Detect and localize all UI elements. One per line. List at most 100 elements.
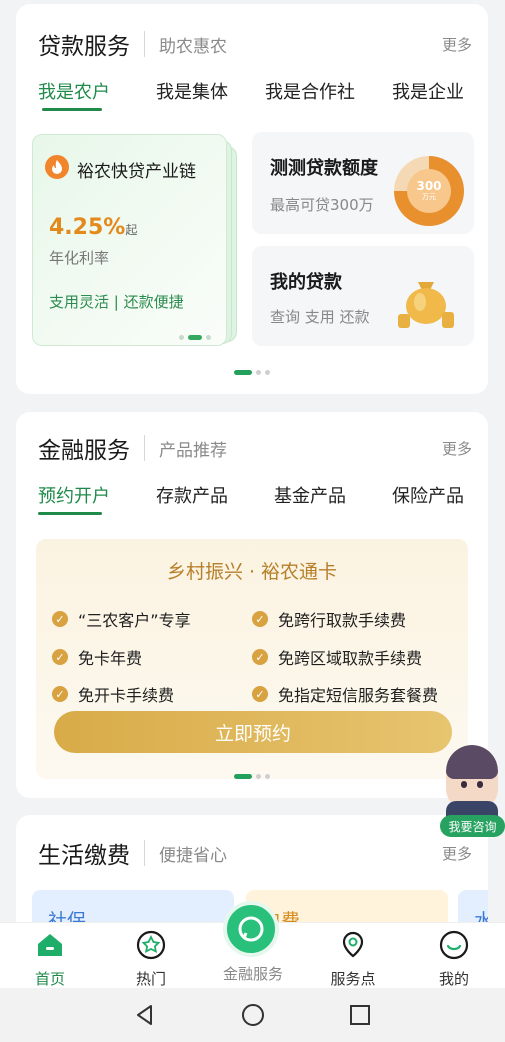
nav-home[interactable]: 首页 — [10, 929, 90, 989]
my-loan-panel[interactable]: 我的贷款 查询 支用 还款 — [252, 246, 474, 346]
pager-dot — [206, 335, 211, 340]
my-loan-desc: 查询 支用 还款 — [270, 308, 370, 326]
system-nav-bar — [0, 988, 505, 1042]
book-now-button[interactable]: 立即预约 — [54, 711, 452, 753]
feature-text: “三农客户”专享 — [78, 611, 191, 630]
nav-hot[interactable]: 热门 — [111, 929, 191, 989]
loan-header: 贷款服务 助农惠农 更多 — [38, 28, 472, 60]
dot — [256, 774, 261, 779]
nav-finance-label[interactable]: 金融服务 — [213, 963, 293, 984]
feature-text: 免跨行取款手续费 — [278, 611, 407, 630]
finance-tabs: 预约开户 存款产品 基金产品 保险产品 — [38, 476, 470, 516]
rate-value: 4.25% — [49, 215, 126, 240]
location-icon — [342, 931, 364, 958]
nav-hot-label: 热门 — [135, 970, 166, 988]
advisor-avatar — [446, 745, 498, 809]
check-icon: ✓ — [52, 649, 68, 665]
feature-text: 免指定短信服务套餐费 — [278, 686, 439, 705]
life-more-link[interactable]: 更多 — [442, 843, 472, 864]
nav-service-point-label: 服务点 — [330, 970, 376, 988]
check-icon: ✓ — [52, 686, 68, 702]
finance-carousel-dots — [16, 774, 488, 779]
quota-desc: 最高可贷300万 — [270, 196, 374, 214]
rate-label: 年化利率 — [49, 249, 110, 267]
loan-subtitle: 助农惠农 — [159, 36, 227, 57]
check-icon: ✓ — [252, 611, 268, 627]
feature-text: 免卡年费 — [78, 649, 143, 668]
nav-service-point[interactable]: 服务点 — [313, 929, 393, 989]
dot — [265, 774, 270, 779]
tab-farmer[interactable]: 我是农户 — [38, 78, 110, 104]
nav-mine-label: 我的 — [438, 970, 469, 988]
life-header: 生活缴费 便捷省心 更多 — [38, 837, 472, 869]
card-promo-banner: 乡村振兴 · 裕农通卡 ✓ “三农客户”专享 ✓ 免跨行取款手续费 ✓ 免卡年费 ✓ 免… — [36, 539, 468, 779]
divider — [144, 31, 145, 57]
quota-title: 测测贷款额度 — [270, 158, 378, 179]
finance-header: 金融服务 产品推荐 更多 — [38, 432, 472, 464]
finance-title: 金融服务 — [38, 438, 130, 464]
bottom-nav: 首页 热门 金融服务 服务点 我的 — [0, 901, 505, 989]
promo-feature: ✓ 免跨行取款手续费 — [252, 607, 406, 631]
gauge-icon: 300 万元 — [394, 156, 464, 226]
feature-text: 免开卡手续费 — [78, 686, 175, 705]
pager-dot-active — [188, 335, 202, 340]
recents-icon[interactable] — [348, 1003, 372, 1027]
divider — [144, 435, 145, 461]
tab-appointment[interactable]: 预约开户 — [38, 482, 110, 508]
loan-title: 贷款服务 — [38, 34, 130, 60]
feature-text: 免跨区域取款手续费 — [278, 649, 423, 668]
check-icon: ✓ — [52, 611, 68, 627]
advisor-label: 我要咨询 — [440, 815, 505, 837]
dot — [265, 370, 270, 375]
tab-deposit[interactable]: 存款产品 — [156, 482, 228, 508]
promo-feature: ✓ 免跨区域取款手续费 — [252, 645, 422, 669]
pager-dot — [179, 335, 184, 340]
active-tab-indicator — [38, 512, 102, 515]
home-circle-icon[interactable] — [241, 1003, 265, 1027]
back-icon[interactable] — [133, 1003, 157, 1027]
divider — [144, 840, 145, 866]
promo-feature: ✓ 免卡年费 — [52, 645, 142, 669]
tab-collective[interactable]: 我是集体 — [156, 78, 228, 104]
loan-carousel-dots — [16, 370, 488, 375]
loan-more-link[interactable]: 更多 — [442, 34, 472, 55]
check-icon: ✓ — [252, 649, 268, 665]
flame-icon — [45, 155, 69, 179]
tab-fund[interactable]: 基金产品 — [274, 482, 346, 508]
tab-enterprise[interactable]: 我是企业 — [392, 78, 464, 104]
life-subtitle: 便捷省心 — [159, 845, 227, 866]
loan-service-card: 贷款服务 助农惠农 更多 我是农户 我是集体 我是合作社 我是企业 裕农快贷产业… — [16, 4, 488, 394]
smile-icon — [439, 930, 469, 960]
card-pager — [179, 335, 211, 340]
life-title: 生活缴费 — [38, 843, 130, 869]
nav-mine[interactable]: 我的 — [414, 929, 494, 989]
gauge-unit: 万元 — [422, 193, 436, 201]
check-icon: ✓ — [252, 686, 268, 702]
finance-service-card: 金融服务 产品推荐 更多 预约开户 存款产品 基金产品 保险产品 乡村振兴 · … — [16, 412, 488, 798]
active-tab-indicator — [42, 108, 102, 111]
advisor-float-button[interactable]: 我要咨询 — [440, 745, 505, 837]
quota-panel[interactable]: 测测贷款额度 最高可贷300万 300 万元 — [252, 132, 474, 234]
chat-icon — [238, 916, 264, 942]
promo-feature: ✓ 免开卡手续费 — [52, 682, 174, 706]
finance-more-link[interactable]: 更多 — [442, 438, 472, 459]
nav-home-label: 首页 — [34, 970, 65, 988]
tab-cooperative[interactable]: 我是合作社 — [265, 78, 355, 104]
home-icon — [38, 934, 62, 956]
dot-active — [234, 774, 252, 779]
gauge-value: 300 — [416, 179, 442, 193]
promo-feature: ✓ “三农客户”专享 — [52, 607, 191, 631]
product-name: 裕农快贷产业链 — [77, 162, 196, 182]
dot — [256, 370, 261, 375]
product-features: 支用灵活 | 还款便捷 — [49, 293, 184, 311]
my-loan-title: 我的贷款 — [270, 272, 342, 293]
money-bag-icon — [398, 282, 454, 328]
flower-icon — [136, 930, 166, 960]
tab-insurance[interactable]: 保险产品 — [392, 482, 464, 508]
nav-finance-center[interactable] — [223, 901, 279, 957]
promo-title: 乡村振兴 · 裕农通卡 — [166, 561, 338, 583]
rate-suffix: 起 — [125, 223, 138, 237]
loan-product-card[interactable]: 裕农快贷产业链 4.25%起 年化利率 支用灵活 | 还款便捷 — [32, 134, 227, 346]
loan-tabs: 我是农户 我是集体 我是合作社 我是企业 — [38, 72, 470, 112]
interest-rate: 4.25%起 — [49, 215, 137, 240]
